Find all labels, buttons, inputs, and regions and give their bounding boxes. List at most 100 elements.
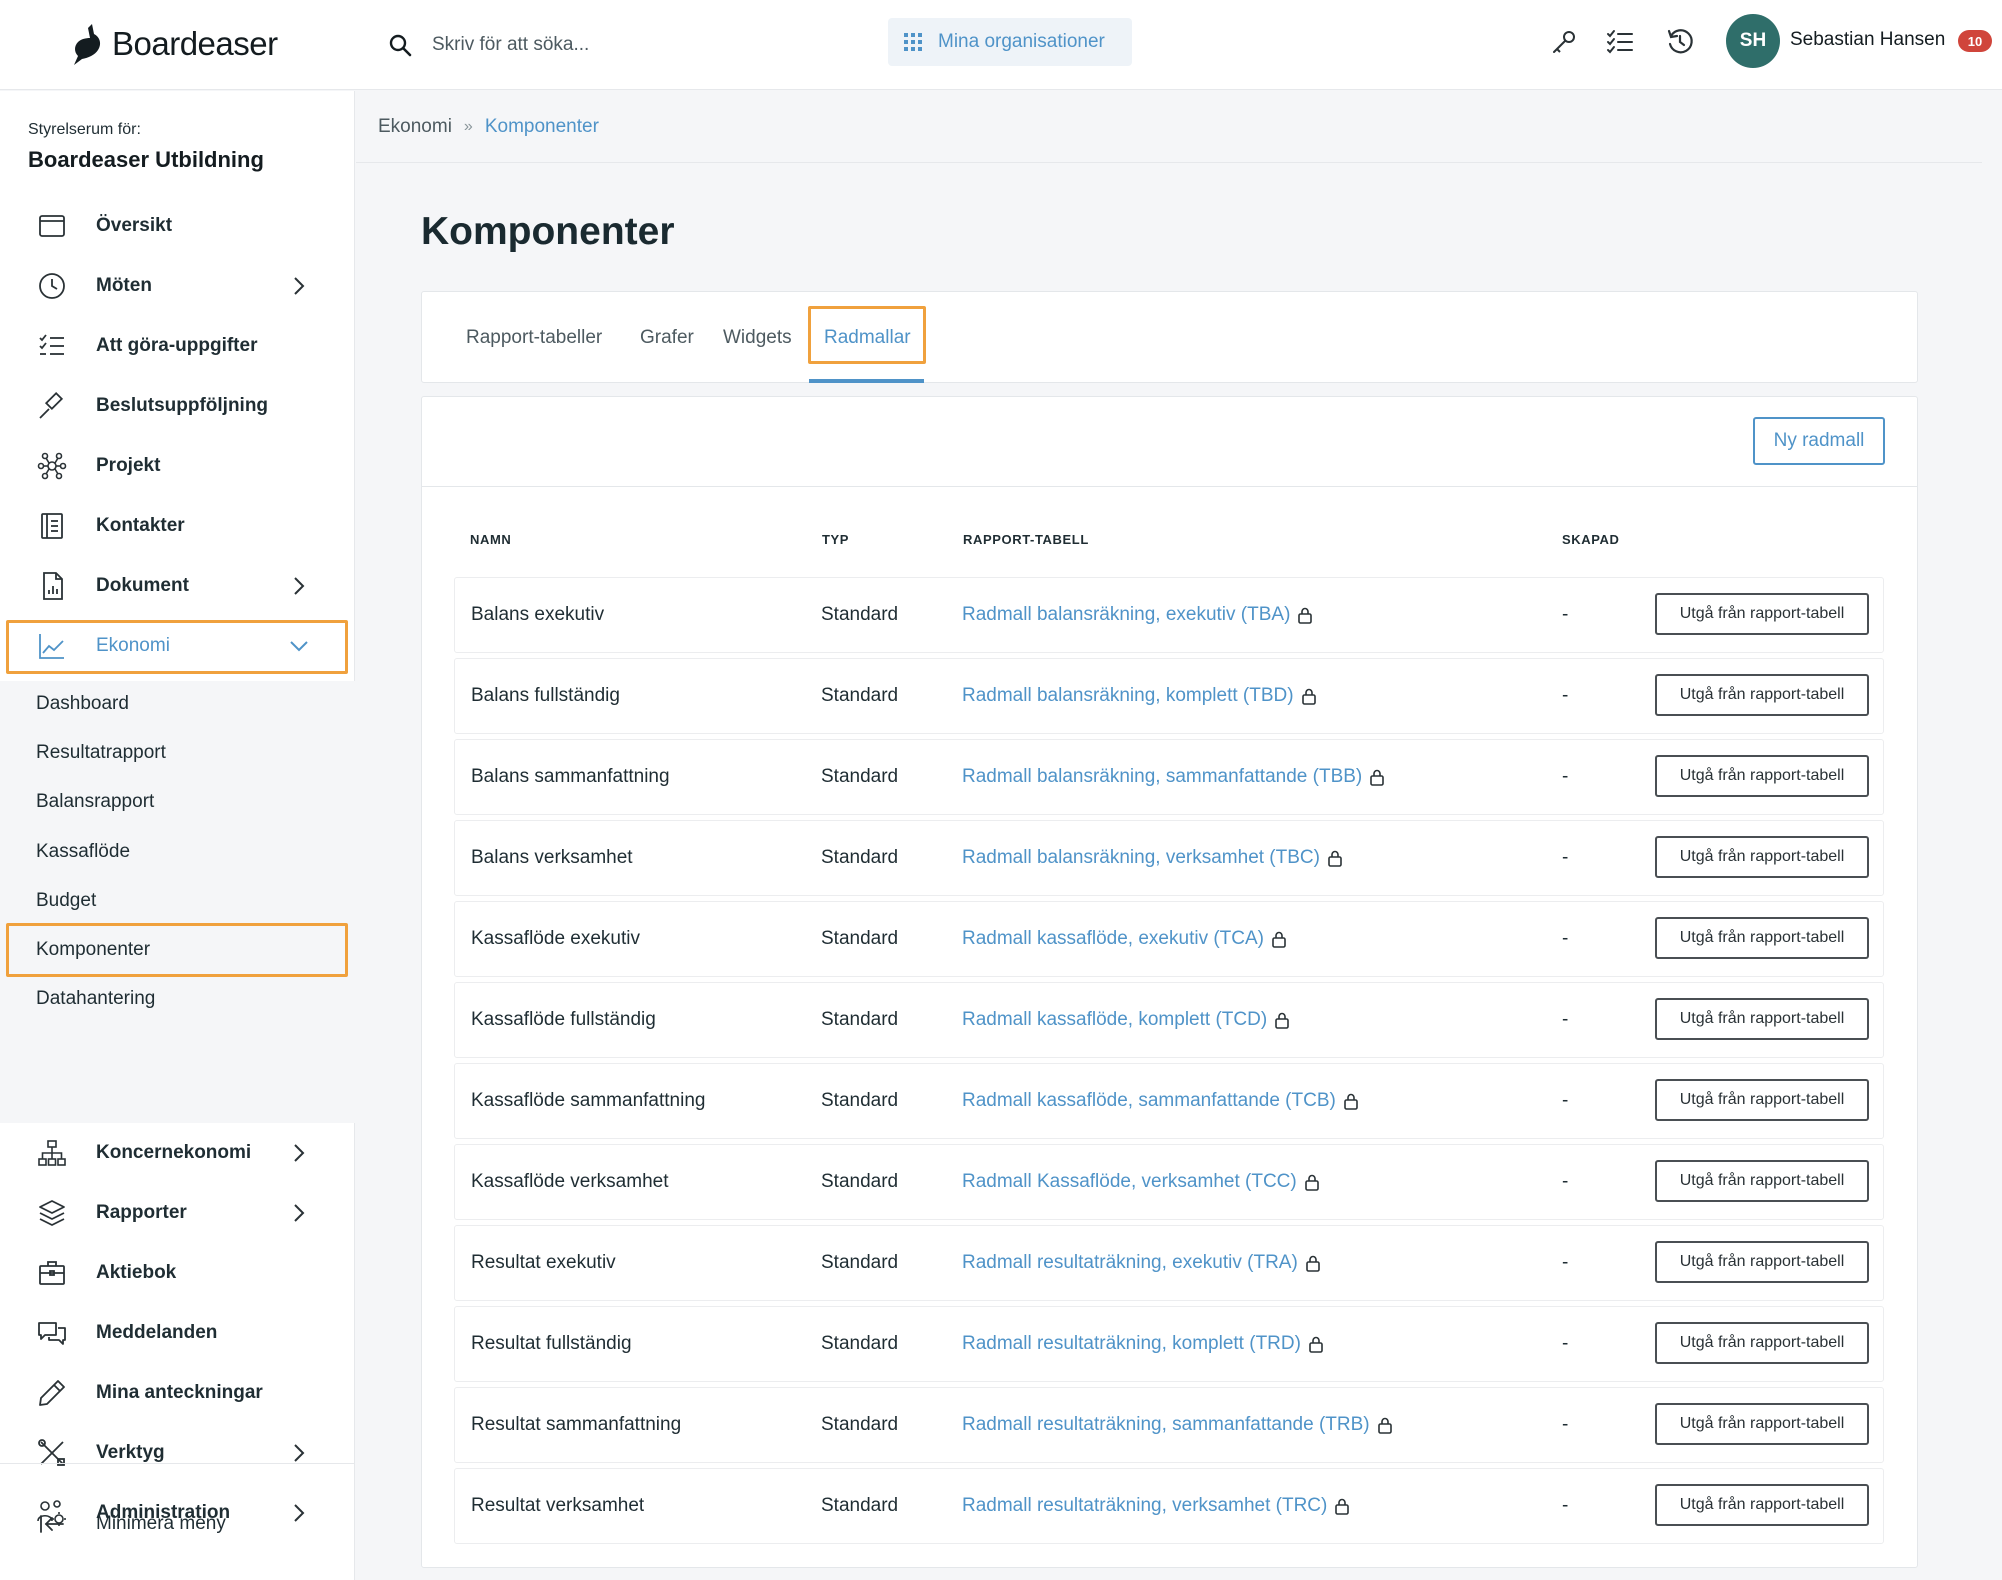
my-organizations-button[interactable]: Mina organisationer [888,18,1132,66]
row-report-link[interactable]: Radmall resultaträkning, exekutiv (TRA) [962,1226,1322,1300]
brand-name: Boardeaser [112,25,278,62]
use-report-table-button[interactable]: Utgå från rapport-tabell [1655,998,1869,1040]
tab-row-templates[interactable]: Radmallar [824,292,911,384]
sidebar-item-documents[interactable]: Dokument [0,557,355,615]
lock-icon [1344,1093,1358,1110]
table-row: Resultat fullständig Standard Radmall resu… [454,1306,1884,1382]
row-created: - [1562,1414,1569,1435]
column-header-name: NAMN [470,532,512,547]
row-report-label: Radmall kassaflöde, komplett (TCD) [962,1009,1268,1030]
row-name: Balans fullständig [471,685,620,706]
search-input[interactable] [432,34,852,56]
table-row: Kassaflöde exekutiv Standard Radmall kassa… [454,901,1884,977]
sidebar-item-meetings[interactable]: Möten [0,257,355,315]
user-initials: SH [1739,30,1767,51]
history-icon[interactable] [1666,28,1694,56]
logo[interactable]: Boardeaser [70,14,278,74]
row-report-link[interactable]: Radmall kassaflöde, komplett (TCD) [962,983,1291,1057]
submenu-item-budget[interactable]: Budget [36,890,96,912]
key-icon[interactable] [1550,28,1578,56]
submenu-item-result-report[interactable]: Resultatrapport [36,742,166,764]
row-name: Resultat fullständig [471,1333,632,1354]
row-created: - [1562,1090,1569,1111]
use-report-table-button[interactable]: Utgå från rapport-tabell [1655,1241,1869,1283]
row-report-link[interactable]: Radmall resultaträkning, komplett (TRD) [962,1307,1325,1381]
submenu-item-cashflow[interactable]: Kassaflöde [36,841,130,863]
search-icon[interactable] [388,33,412,57]
user-name[interactable]: Sebastian Hansen [1790,29,1945,51]
sidebar: Styrelserum för: Boardeaser Utbildning Ö… [0,91,355,1580]
row-created: - [1562,766,1569,787]
use-report-table-button[interactable]: Utgå från rapport-tabell [1655,674,1869,716]
notification-badge[interactable]: 10 [1958,30,1992,52]
row-report-link[interactable]: Radmall resultaträkning, sammanfattande … [962,1388,1394,1462]
row-name: Resultat verksamhet [471,1495,645,1516]
chevron-right-icon [294,277,305,295]
row-report-link[interactable]: Radmall resultaträkning, verksamhet (TRC… [962,1469,1351,1543]
row-created: - [1562,1252,1569,1273]
row-report-link[interactable]: Radmall Kassaflöde, verksamhet (TCC) [962,1145,1321,1219]
row-report-link[interactable]: Radmall kassaflöde, exekutiv (TCA) [962,902,1288,976]
row-report-link[interactable]: Radmall balansräkning, sammanfattande (T… [962,740,1386,814]
tab-report-tables[interactable]: Rapport-tabeller [466,292,602,384]
sidebar-item-label: Koncernekonomi [96,1142,252,1163]
row-report-link[interactable]: Radmall balansräkning, exekutiv (TBA) [962,578,1314,652]
use-report-table-button[interactable]: Utgå från rapport-tabell [1655,917,1869,959]
table-row: Balans fullständig Standard Radmall balans… [454,658,1884,734]
use-report-table-button[interactable]: Utgå från rapport-tabell [1655,1322,1869,1364]
sidebar-item-overview[interactable]: Översikt [0,197,355,255]
breadcrumb-economy[interactable]: Ekonomi [378,116,452,138]
sidebar-item-share-register[interactable]: Aktiebok [0,1244,355,1302]
sidebar-item-my-notes[interactable]: Mina anteckningar [0,1364,355,1422]
row-templates-table: Ny radmall NAMN TYP RAPPORT-TABELL SKAPA… [421,396,1918,1568]
submenu-item-data-management[interactable]: Datahantering [36,988,155,1010]
row-created: - [1562,1333,1569,1354]
layers-icon [39,1200,65,1226]
sidebar-item-economy[interactable]: Ekonomi [0,617,355,675]
user-avatar[interactable]: SH [1726,14,1780,68]
sidebar-item-projects[interactable]: Projekt [0,437,355,495]
sidebar-item-messages[interactable]: Meddelanden [0,1304,355,1362]
checklist-icon[interactable] [1606,28,1634,56]
sidebar-item-label: Möten [96,275,152,296]
row-created: - [1562,1009,1569,1030]
sidebar-item-label: Mina anteckningar [96,1382,263,1403]
tab-graphs[interactable]: Grafer [640,292,694,384]
use-report-table-button[interactable]: Utgå från rapport-tabell [1655,593,1869,635]
breadcrumb-components[interactable]: Komponenter [485,116,599,138]
sidebar-item-reports[interactable]: Rapporter [0,1184,355,1242]
use-report-table-button[interactable]: Utgå från rapport-tabell [1655,755,1869,797]
use-report-table-button[interactable]: Utgå från rapport-tabell [1655,1403,1869,1445]
row-type: Standard [821,847,899,868]
use-report-table-button[interactable]: Utgå från rapport-tabell [1655,1160,1869,1202]
submenu-item-dashboard[interactable]: Dashboard [36,693,129,715]
submenu-item-components[interactable]: Komponenter [36,939,150,961]
use-report-table-button[interactable]: Utgå från rapport-tabell [1655,836,1869,878]
use-report-table-button[interactable]: Utgå från rapport-tabell [1655,1079,1869,1121]
tab-widgets[interactable]: Widgets [723,292,792,384]
chevron-right-icon [294,1444,305,1462]
use-report-table-button[interactable]: Utgå från rapport-tabell [1655,1484,1869,1526]
network-icon [37,452,67,480]
row-report-link[interactable]: Radmall balansräkning, komplett (TBD) [962,659,1318,733]
row-report-link[interactable]: Radmall kassaflöde, sammanfattande (TCB) [962,1064,1360,1138]
organization-name: Boardeaser Utbildning [28,147,264,172]
row-type: Standard [821,604,899,625]
lock-icon [1370,769,1385,786]
lock-icon [1335,1498,1350,1515]
sidebar-item-group-economy[interactable]: Koncernekonomi [0,1124,355,1182]
row-report-link[interactable]: Radmall balansräkning, verksamhet (TBC) [962,821,1344,895]
lock-icon [1275,1012,1289,1029]
sidebar-item-todo[interactable]: Att göra-uppgifter [0,317,355,375]
lock-icon [1377,1417,1392,1434]
submenu-item-balance-report[interactable]: Balansrapport [36,791,154,813]
minimize-menu-button[interactable]: Minimera meny [0,1495,355,1553]
sidebar-item-tools[interactable]: Verktyg [0,1424,355,1482]
sidebar-item-decisions[interactable]: Beslutsuppföljning [0,377,355,435]
row-type: Standard [821,1252,899,1273]
clock-icon [39,273,65,299]
row-type: Standard [821,685,899,706]
lock-icon [1272,931,1286,948]
new-row-template-button[interactable]: Ny radmall [1753,417,1885,465]
sidebar-item-contacts[interactable]: Kontakter [0,497,355,555]
